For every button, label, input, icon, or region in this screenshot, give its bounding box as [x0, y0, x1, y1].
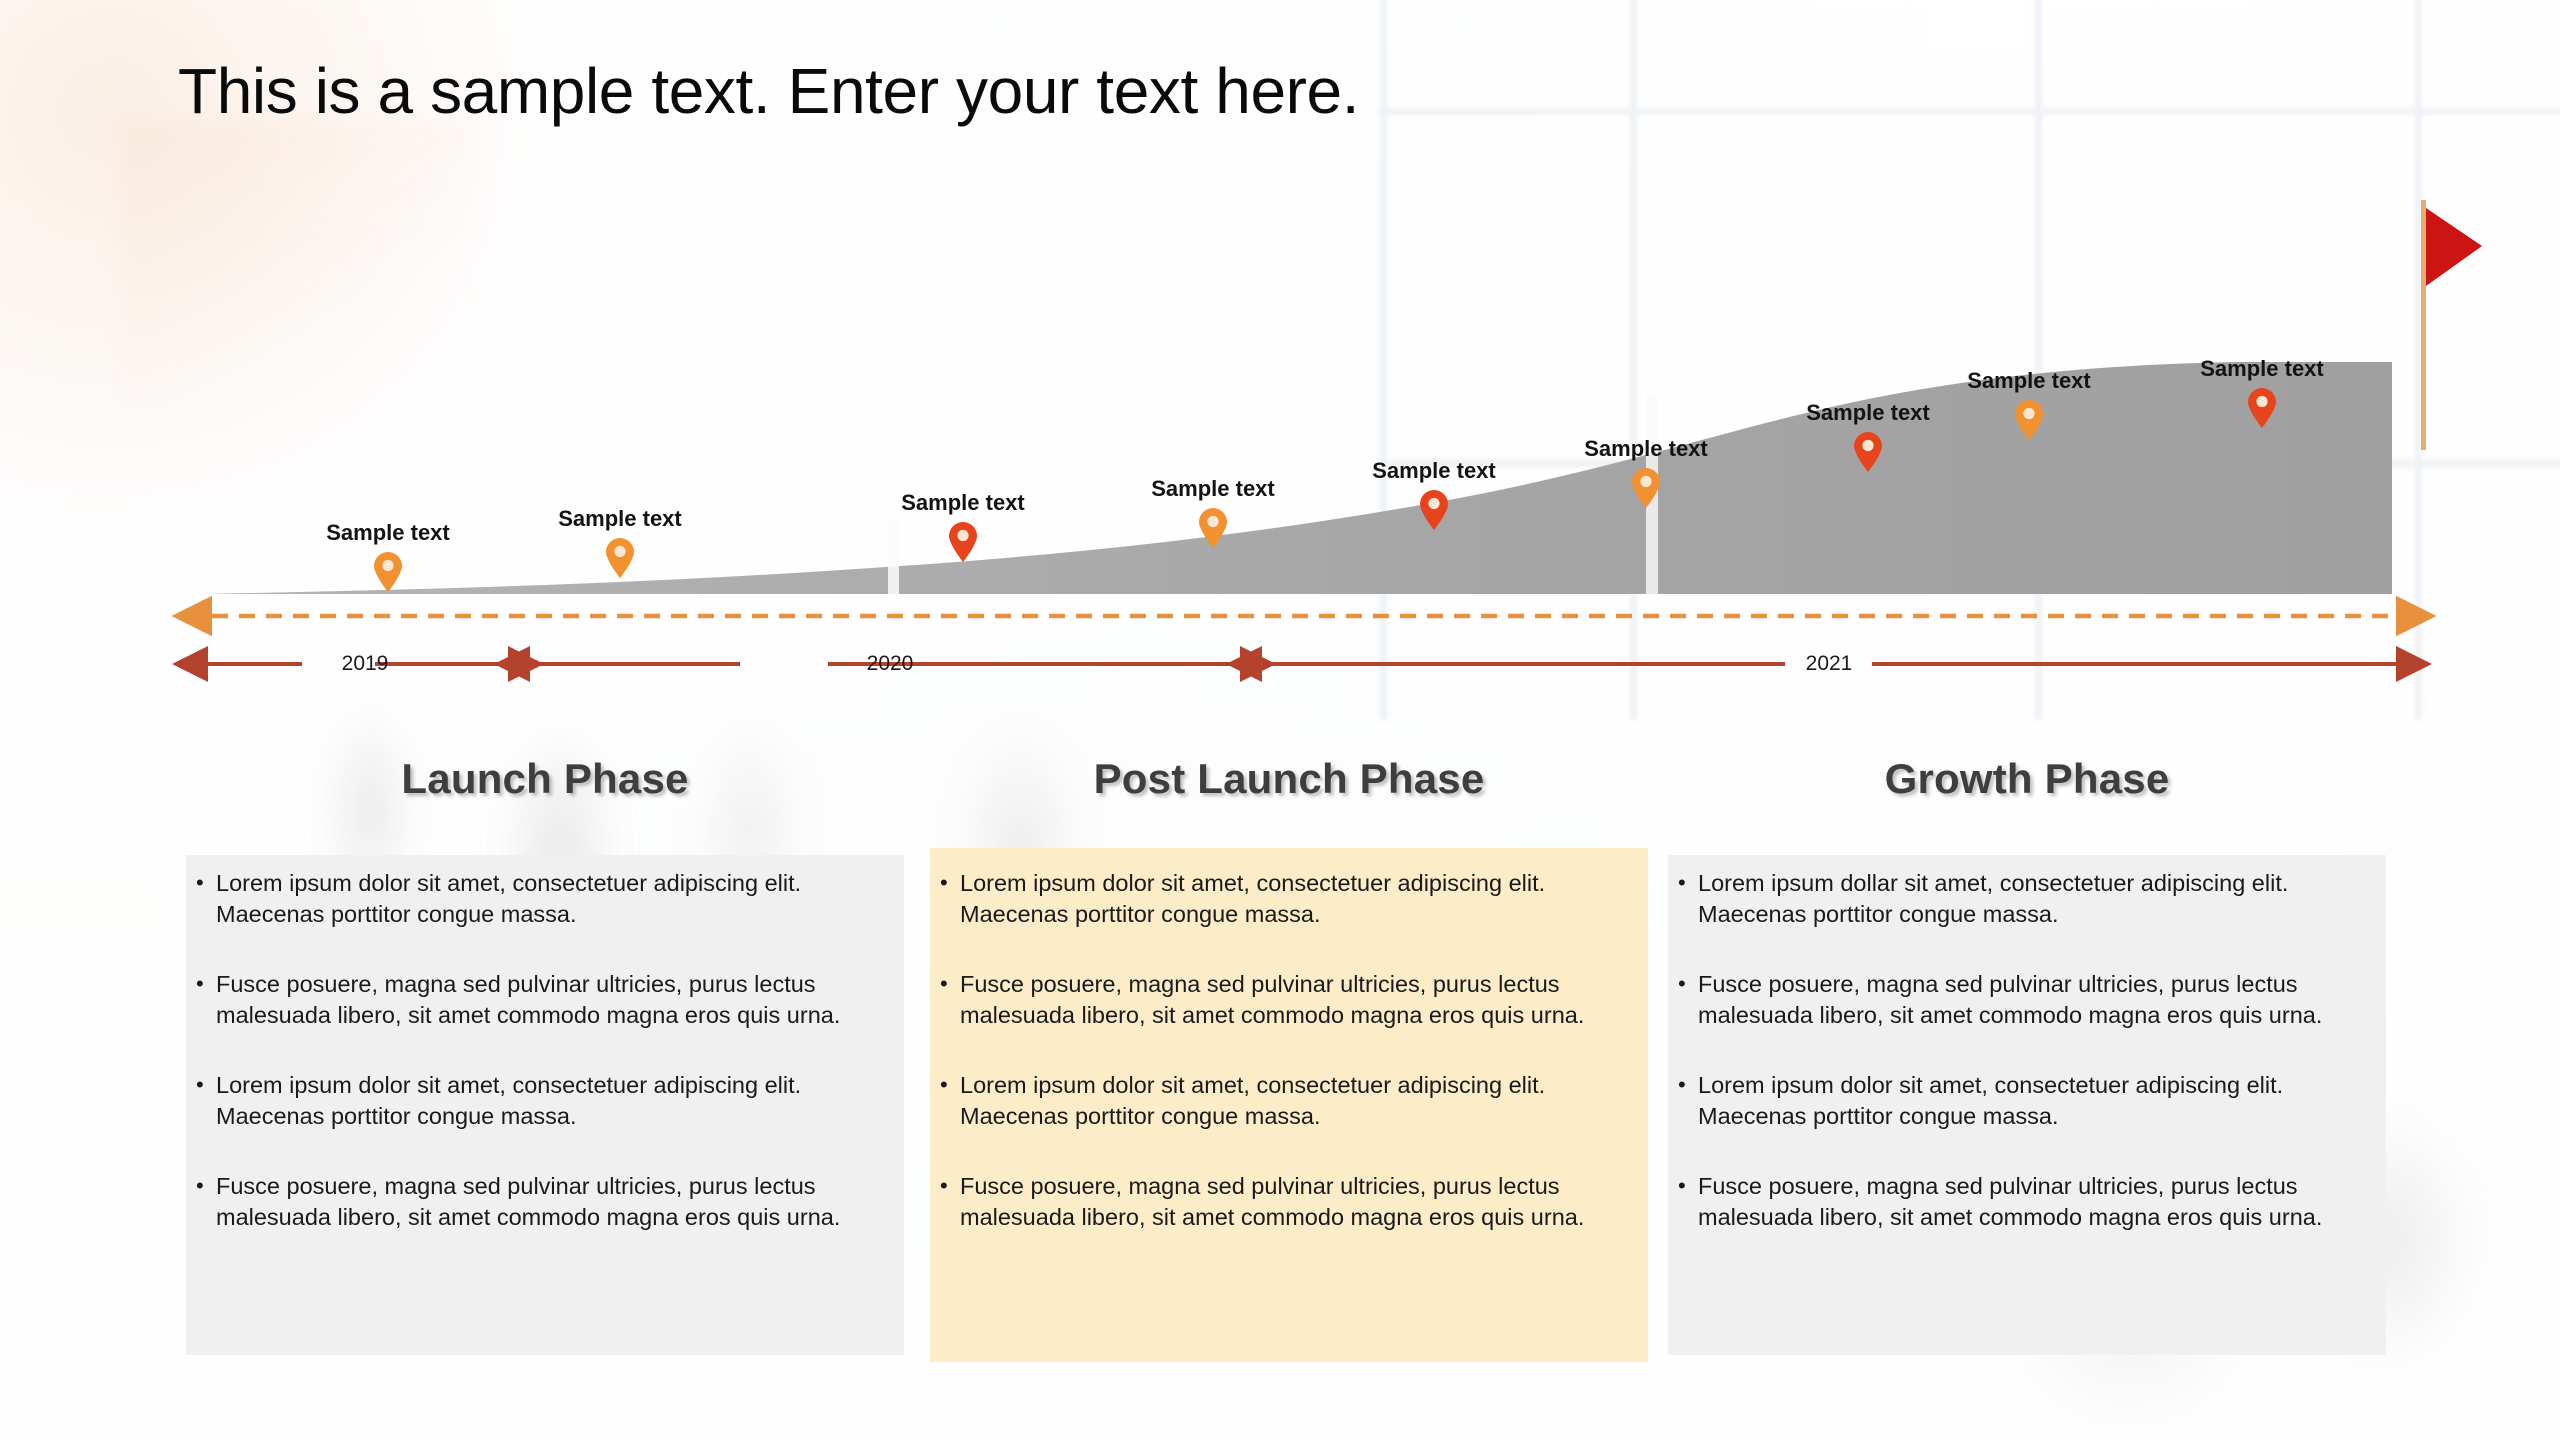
phase-title-launch: Launch Phase	[401, 755, 689, 802]
timeline-marker-7[interactable]: Sample text	[1806, 400, 1930, 472]
timeline-marker-4[interactable]: Sample text	[1151, 476, 1275, 548]
bullet-item: • Fusce posuere, magna sed pulvinar ultri…	[1678, 969, 2368, 1032]
map-pin-icon	[1853, 432, 1883, 472]
timeline-marker-label: Sample text	[1806, 400, 1930, 425]
bullet-dot-icon: •	[1678, 1172, 1686, 1198]
timeline-marker-8[interactable]: Sample text	[1967, 368, 2091, 440]
bullet-dot-icon: •	[940, 970, 948, 996]
map-pin-icon	[2014, 400, 2044, 440]
flag-icon	[2421, 200, 2482, 450]
background-window-grid	[1380, 0, 2560, 720]
map-pin-icon	[605, 538, 635, 578]
bullet-item: • Lorem ipsum dollar sit amet, consectetu…	[1678, 868, 2368, 931]
bullet-item: • Lorem ipsum dolor sit amet, consectetue…	[940, 1070, 1630, 1133]
bullet-text: Lorem ipsum dollar sit amet, consectetue…	[1698, 870, 2289, 928]
axis-year-segment: 2019	[200, 644, 530, 684]
axis-year-segment: 2021	[1250, 644, 2408, 684]
bullet-text: Fusce posuere, magna sed pulvinar ultric…	[1698, 970, 2323, 1029]
bullet-dot-icon: •	[196, 1071, 204, 1097]
bullet-list-post-launch: • Lorem ipsum dolor sit amet, consectetue…	[940, 868, 1630, 1272]
timeline-marker-5[interactable]: Sample text	[1372, 458, 1496, 530]
bullet-text: Lorem ipsum dolor sit amet, consectetuer…	[960, 870, 1546, 928]
timeline-marker-label: Sample text	[326, 520, 450, 545]
timeline-marker-9[interactable]: Sample text	[2200, 356, 2324, 428]
bullet-text: Fusce posuere, magna sed pulvinar ultric…	[1698, 1172, 2323, 1231]
bullet-item: • Lorem ipsum dolor sit amet, consectetue…	[1678, 1070, 2368, 1133]
map-pin-icon	[1631, 468, 1661, 508]
bullet-list-launch: • Lorem ipsum dolor sit amet, consectetue…	[196, 868, 886, 1272]
timeline-marker-label: Sample text	[558, 506, 682, 531]
page-title: This is a sample text. Enter your text h…	[178, 55, 1360, 127]
axis-year-label: 2019	[341, 652, 389, 675]
bullet-item: • Fusce posuere, magna sed pulvinar ultri…	[196, 1171, 886, 1234]
axis-year-label: 2021	[1805, 652, 1853, 675]
timeline-marker-1[interactable]: Sample text	[326, 520, 450, 592]
map-pin-icon	[1419, 490, 1449, 530]
timeline-marker-label: Sample text	[1372, 458, 1496, 483]
bullet-dot-icon: •	[196, 970, 204, 996]
bullet-text: Fusce posuere, magna sed pulvinar ultric…	[216, 970, 841, 1029]
timeline-marker-label: Sample text	[2200, 356, 2324, 381]
map-pin-icon	[1198, 508, 1228, 548]
bullet-text: Lorem ipsum dolor sit amet, consectetuer…	[960, 1071, 1546, 1130]
timeline-marker-label: Sample text	[1584, 436, 1708, 461]
bullet-item: • Fusce posuere, magna sed pulvinar ultri…	[1678, 1171, 2368, 1234]
bullet-item: • Lorem ipsum dolor sit amet, consectetue…	[196, 1070, 886, 1133]
bullet-item: • Lorem ipsum dolor sit amet, consectetue…	[196, 868, 886, 931]
bullet-item: • Fusce posuere, magna sed pulvinar ultri…	[940, 1171, 1630, 1234]
bullet-text: Lorem ipsum dolor sit amet, consectetuer…	[216, 1071, 802, 1130]
timeline-marker-2[interactable]: Sample text	[558, 506, 682, 578]
background-streak	[120, 120, 480, 420]
bullet-text: Lorem ipsum dolor sit amet, consectetuer…	[216, 870, 802, 928]
bullet-dot-icon: •	[1678, 870, 1686, 895]
timeline-marker-label: Sample text	[1967, 368, 2091, 393]
bullet-item: • Lorem ipsum dolor sit amet, consectetue…	[940, 868, 1630, 931]
bullet-dot-icon: •	[940, 870, 948, 895]
map-pin-icon	[948, 522, 978, 562]
bullet-list-growth: • Lorem ipsum dollar sit amet, consectetu…	[1678, 868, 2368, 1272]
slide-canvas: This is a sample text. Enter your text h…	[0, 0, 2560, 1440]
bullet-dot-icon: •	[1678, 970, 1686, 996]
bullet-item: • Fusce posuere, magna sed pulvinar ultri…	[940, 969, 1630, 1032]
bullet-text: Fusce posuere, magna sed pulvinar ultric…	[216, 1172, 841, 1231]
bullet-text: Fusce posuere, magna sed pulvinar ultric…	[960, 1172, 1585, 1231]
timeline-marker-label: Sample text	[901, 490, 1025, 515]
bullet-text: Fusce posuere, magna sed pulvinar ultric…	[960, 970, 1585, 1029]
bullet-item: • Fusce posuere, magna sed pulvinar ultri…	[196, 969, 886, 1032]
bullet-text: Lorem ipsum dolor sit amet, consectetuer…	[1698, 1071, 2284, 1130]
bullet-dot-icon: •	[196, 870, 204, 895]
bullet-dot-icon: •	[940, 1071, 948, 1097]
bullet-dot-icon: •	[1678, 1071, 1686, 1097]
map-pin-icon	[373, 552, 403, 592]
bullet-dot-icon: •	[196, 1172, 204, 1198]
phase-title-growth: Growth Phase	[1884, 755, 2170, 802]
map-pin-icon	[2247, 388, 2277, 428]
axis-year-segment: 2020	[530, 644, 1250, 684]
axis-year-label: 2020	[866, 652, 914, 675]
phase-title-post-launch: Post Launch Phase	[1093, 755, 1485, 802]
timeline-marker-label: Sample text	[1151, 476, 1275, 501]
timeline-marker-6[interactable]: Sample text	[1584, 436, 1708, 508]
timeline-marker-3[interactable]: Sample text	[901, 490, 1025, 562]
bullet-dot-icon: •	[940, 1172, 948, 1198]
